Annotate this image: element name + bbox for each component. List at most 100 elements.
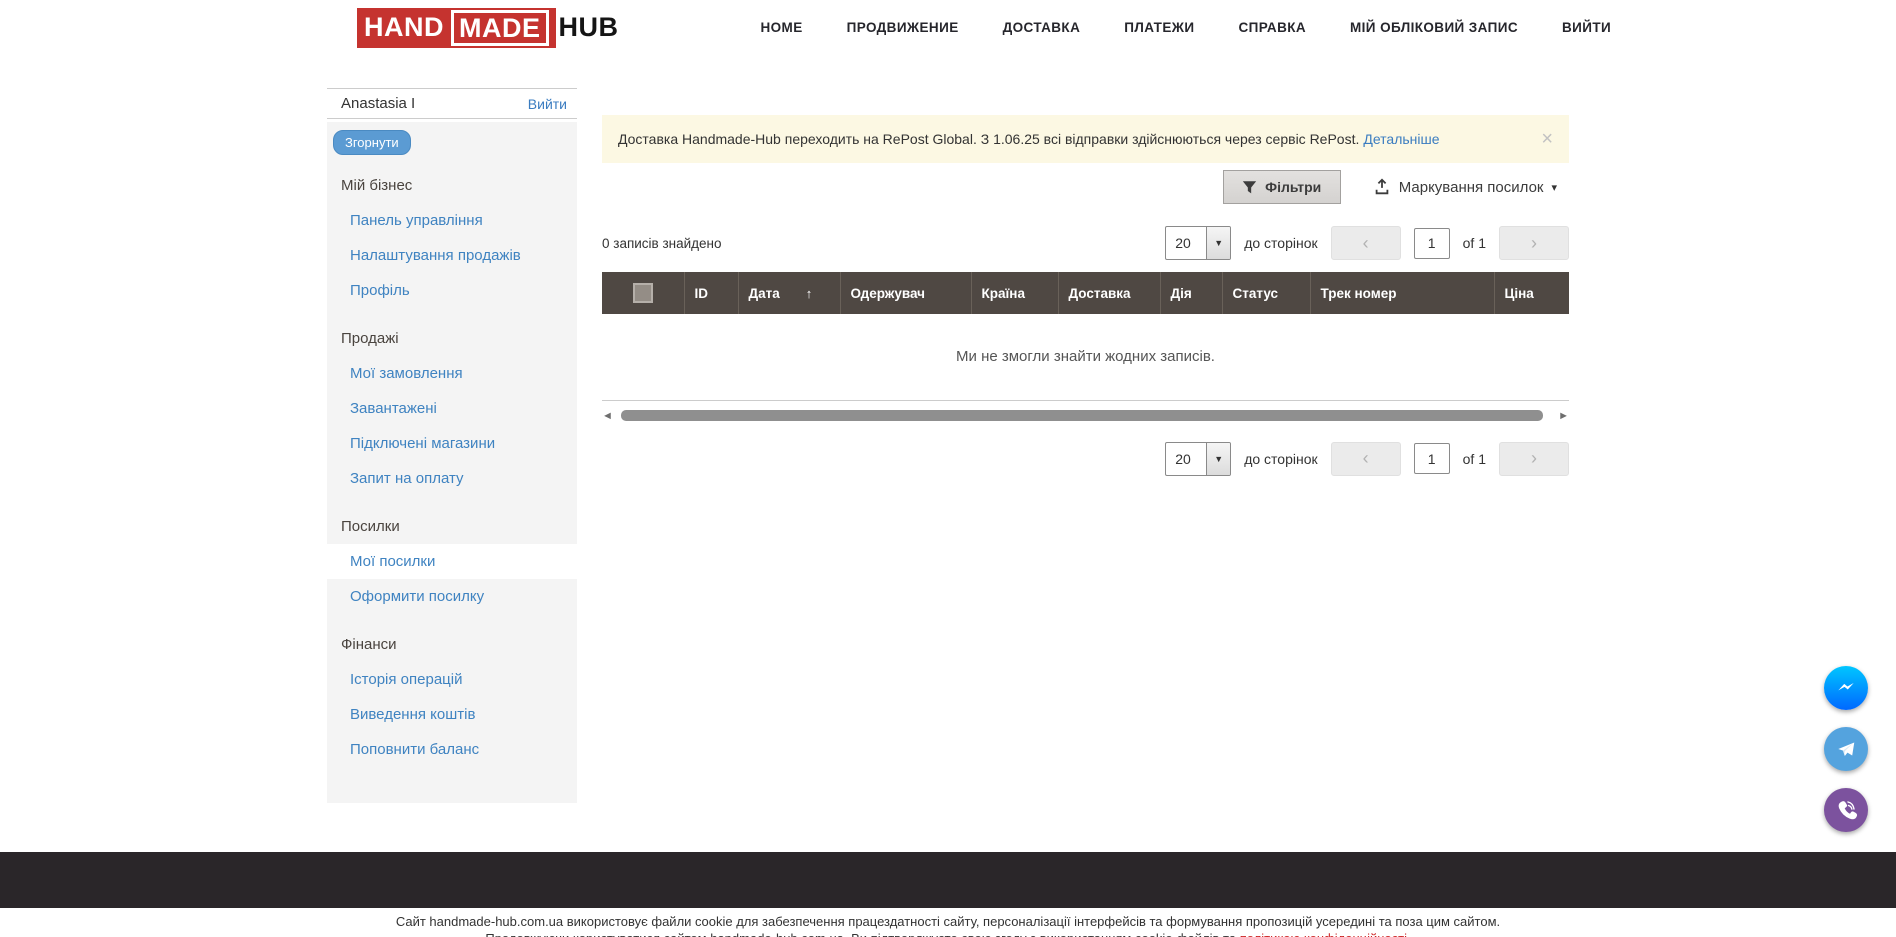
logo-part-hub: HUB [556, 12, 619, 43]
footer-bar [0, 852, 1896, 908]
col-country[interactable]: Країна [971, 272, 1058, 314]
col-recipient[interactable]: Одержувач [840, 272, 971, 314]
parcels-table: ID Дата ↑ Одержувач Країна Доставка Дія С… [602, 272, 1569, 401]
funnel-icon [1242, 180, 1257, 195]
telegram-icon[interactable] [1824, 727, 1868, 771]
sidebar-item-sales-settings[interactable]: Налаштування продажів [327, 238, 577, 273]
nav-logout[interactable]: ВИЙТИ [1562, 20, 1611, 35]
sidebar-section-sales: Продажі [327, 321, 577, 356]
sort-asc-icon[interactable]: ↑ [806, 286, 813, 301]
logo-part-hand: HAND [364, 12, 444, 43]
records-row: 0 записів знайдено 20 ▼ до сторінок ‹ of… [602, 226, 1569, 260]
col-action[interactable]: Дія [1160, 272, 1222, 314]
page-of-label-bottom: of 1 [1463, 451, 1486, 467]
records-count: 0 записів знайдено [602, 236, 722, 251]
toolbar: Фільтри Маркування посилок ▾ [602, 170, 1569, 204]
banner-details-link[interactable]: Детальніше [1363, 131, 1439, 147]
per-page-label: до сторінок [1244, 235, 1317, 251]
sidebar-item-dashboard[interactable]: Панель управління [327, 203, 577, 238]
cookie-line2-text: Продовжуючи користуватися сайтом handmad… [485, 931, 1239, 937]
site-header: HAND MADE HUB HOME ПРОДВИЖЕНИЕ ДОСТАВКА … [0, 0, 1896, 55]
user-name: Anastasia I [341, 95, 415, 112]
sidebar-item-transaction-history[interactable]: Історія операцій [327, 662, 577, 697]
messenger-icon[interactable] [1824, 666, 1868, 710]
col-delivery[interactable]: Доставка [1058, 272, 1160, 314]
upload-icon [1373, 178, 1391, 196]
col-track-number[interactable]: Трек номер [1310, 272, 1494, 314]
col-date[interactable]: Дата ↑ [738, 272, 840, 314]
nav-promotion[interactable]: ПРОДВИЖЕНИЕ [847, 20, 959, 35]
parcel-marking-label: Маркування посилок [1399, 179, 1544, 196]
filters-button[interactable]: Фільтри [1223, 170, 1341, 204]
scroll-left-icon[interactable]: ◄ [602, 410, 613, 422]
select-all-cell [602, 272, 684, 314]
next-page-button-bottom[interactable]: › [1499, 442, 1569, 476]
parcel-marking-dropdown[interactable]: Маркування посилок ▾ [1373, 178, 1557, 196]
sidebar-item-withdraw-funds[interactable]: Виведення коштів [327, 697, 577, 732]
horizontal-scrollbar: ◄ ► [602, 410, 1569, 422]
page-size-select[interactable]: 20 ▼ [1165, 226, 1231, 260]
sidebar-item-my-parcels[interactable]: Мої посилки [327, 544, 577, 579]
cookie-line2: Продовжуючи користуватися сайтом handmad… [0, 930, 1896, 937]
sidebar-item-top-up-balance[interactable]: Поповнити баланс [327, 732, 577, 767]
nav-home[interactable]: HOME [761, 20, 803, 35]
logout-link[interactable]: Вийти [528, 96, 567, 112]
cookie-notice: Сайт handmade-hub.com.ua використовує фа… [0, 908, 1896, 937]
nav-help[interactable]: СПРАВКА [1238, 20, 1306, 35]
sidebar-section-my-business: Мій бізнес [327, 168, 577, 203]
banner-message: Доставка Handmade-Hub переходить на RePo… [618, 131, 1359, 147]
pagination-bottom: 20 ▼ до сторінок ‹ of 1 › [1165, 442, 1569, 476]
select-all-checkbox[interactable] [633, 283, 653, 303]
scrollbar-thumb[interactable] [621, 410, 1543, 421]
collapse-sidebar-button[interactable]: Згорнути [333, 130, 411, 155]
cookie-line1: Сайт handmade-hub.com.ua використовує фа… [0, 913, 1896, 930]
social-floating-buttons [1824, 666, 1868, 832]
sidebar: Згорнути Мій бізнес Панель управління На… [327, 122, 577, 803]
sidebar-item-payment-request[interactable]: Запит на оплату [327, 461, 577, 496]
empty-message: Ми не змогли знайти жодних записів. [602, 314, 1569, 400]
select-caret-icon[interactable]: ▼ [1206, 227, 1230, 259]
col-price[interactable]: Ціна [1494, 272, 1569, 314]
select-caret-icon-bottom[interactable]: ▼ [1206, 443, 1230, 475]
sidebar-item-create-parcel[interactable]: Оформити посилку [327, 579, 577, 614]
scroll-right-icon[interactable]: ► [1558, 410, 1569, 422]
filters-button-label: Фільтри [1265, 179, 1321, 195]
main-nav: HOME ПРОДВИЖЕНИЕ ДОСТАВКА ПЛАТЕЖИ СПРАВК… [761, 20, 1612, 35]
nav-payments[interactable]: ПЛАТЕЖИ [1124, 20, 1194, 35]
sidebar-item-my-orders[interactable]: Мої замовлення [327, 356, 577, 391]
sidebar-item-uploaded[interactable]: Завантажені [327, 391, 577, 426]
per-page-label-bottom: до сторінок [1244, 451, 1317, 467]
viber-icon[interactable] [1824, 788, 1868, 832]
sidebar-section-parcels: Посилки [327, 509, 577, 544]
col-date-label: Дата [749, 286, 780, 301]
nav-my-account[interactable]: МІЙ ОБЛІКОВИЙ ЗАПИС [1350, 20, 1518, 35]
user-row: Anastasia I Вийти [327, 88, 577, 119]
nav-delivery[interactable]: ДОСТАВКА [1003, 20, 1081, 35]
banner-close-icon[interactable]: × [1541, 128, 1553, 151]
logo-part-made: MADE [451, 10, 549, 46]
sidebar-item-connected-shops[interactable]: Підключені магазини [327, 426, 577, 461]
table-header-row: ID Дата ↑ Одержувач Країна Доставка Дія С… [602, 272, 1569, 314]
notification-banner: Доставка Handmade-Hub переходить на RePo… [602, 115, 1569, 163]
col-status[interactable]: Статус [1222, 272, 1310, 314]
chevron-down-icon: ▾ [1551, 181, 1557, 194]
page-of-label: of 1 [1463, 235, 1486, 251]
scrollbar-track[interactable] [618, 410, 1553, 421]
sidebar-section-finance: Фінанси [327, 627, 577, 662]
page-number-input-bottom[interactable] [1414, 443, 1450, 474]
col-id[interactable]: ID [684, 272, 738, 314]
prev-page-button[interactable]: ‹ [1331, 226, 1401, 260]
next-page-button[interactable]: › [1499, 226, 1569, 260]
prev-page-button-bottom[interactable]: ‹ [1331, 442, 1401, 476]
empty-row: Ми не змогли знайти жодних записів. [602, 314, 1569, 400]
page-size-select-bottom[interactable]: 20 ▼ [1165, 442, 1231, 476]
page-size-value-bottom: 20 [1166, 443, 1206, 475]
page-number-input[interactable] [1414, 228, 1450, 259]
pagination-top: 20 ▼ до сторінок ‹ of 1 › [1165, 226, 1569, 260]
sidebar-item-profile[interactable]: Профіль [327, 273, 577, 308]
page-size-value: 20 [1166, 227, 1206, 259]
logo-red-box: HAND MADE [357, 8, 556, 48]
cookie-line2-period: . [1407, 931, 1411, 937]
privacy-policy-link[interactable]: політикою конфіденційності [1240, 931, 1407, 937]
site-logo[interactable]: HAND MADE HUB [357, 8, 619, 48]
